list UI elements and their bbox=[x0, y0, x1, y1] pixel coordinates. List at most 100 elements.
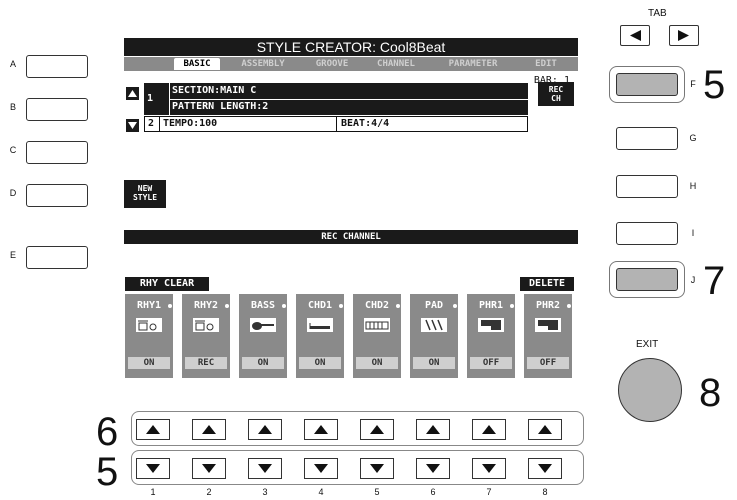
channel-name: BASS bbox=[250, 300, 276, 311]
tab-assembly[interactable]: ASSEMBLY bbox=[228, 58, 298, 70]
triangle-up-icon bbox=[426, 425, 440, 434]
triangle-up-icon bbox=[538, 425, 552, 434]
tab-label: TAB bbox=[648, 8, 667, 19]
button-label-d: D bbox=[9, 188, 17, 198]
triangle-down-icon bbox=[482, 464, 496, 473]
new-style-button[interactable]: NEW STYLE bbox=[124, 180, 166, 208]
button-number-3: 3 bbox=[262, 487, 268, 497]
tab-parameter[interactable]: PARAMETER bbox=[433, 58, 513, 70]
exit-button[interactable] bbox=[618, 358, 682, 422]
channel-panel-rhy2[interactable]: RHY2 REC bbox=[182, 294, 230, 378]
tab-groove[interactable]: GROOVE bbox=[306, 58, 358, 70]
down-button-7[interactable] bbox=[472, 458, 506, 479]
button-d[interactable] bbox=[26, 184, 88, 207]
button-label-f: F bbox=[690, 79, 696, 89]
up-button-2[interactable] bbox=[192, 419, 226, 440]
channel-name: CHD2 bbox=[364, 300, 390, 311]
up-button-5[interactable] bbox=[360, 419, 394, 440]
triangle-left-icon bbox=[630, 30, 641, 41]
strings-icon bbox=[421, 318, 447, 332]
down-button-1[interactable] bbox=[136, 458, 170, 479]
channel-dot bbox=[567, 304, 571, 308]
tab-channel[interactable]: CHANNEL bbox=[364, 58, 428, 70]
tab-edit[interactable]: EDIT bbox=[524, 58, 568, 70]
rhy-clear-button[interactable]: RHY CLEAR bbox=[125, 277, 209, 291]
tab-right-button[interactable] bbox=[669, 25, 699, 46]
section-value[interactable]: SECTION:MAIN C bbox=[172, 84, 256, 98]
down-button-8[interactable] bbox=[528, 458, 562, 479]
row-2-divider-2 bbox=[336, 116, 337, 132]
tempo-value[interactable]: TEMPO:100 bbox=[163, 117, 217, 131]
down-button-3[interactable] bbox=[248, 458, 282, 479]
channel-panel-chd1[interactable]: CHD1 ON bbox=[296, 294, 344, 378]
triangle-down-icon bbox=[370, 464, 384, 473]
button-e[interactable] bbox=[26, 246, 88, 269]
button-label-a: A bbox=[9, 59, 16, 69]
tab-bar: BASIC ASSEMBLY GROOVE CHANNEL PARAMETER … bbox=[124, 57, 578, 71]
triangle-down-icon bbox=[146, 464, 160, 473]
button-h[interactable] bbox=[616, 175, 678, 198]
guitar-icon bbox=[307, 318, 333, 332]
channel-state: ON bbox=[413, 357, 455, 369]
button-a[interactable] bbox=[26, 55, 88, 78]
callout-8-exit: 8 bbox=[699, 371, 722, 415]
new-style-line-1: NEW bbox=[137, 184, 153, 193]
triangle-up-icon bbox=[146, 425, 160, 434]
channel-panel-pad[interactable]: PAD ON bbox=[410, 294, 458, 378]
channel-state: REC bbox=[185, 357, 227, 369]
up-button-8[interactable] bbox=[528, 419, 562, 440]
pattern-length-value[interactable]: PATTERN LENGTH:2 bbox=[172, 100, 268, 114]
channel-panel-phr2[interactable]: PHR2 OFF bbox=[524, 294, 572, 378]
channel-state: ON bbox=[128, 357, 170, 369]
up-button-3[interactable] bbox=[248, 419, 282, 440]
up-button-7[interactable] bbox=[472, 419, 506, 440]
channel-panel-bass[interactable]: BASS ON bbox=[239, 294, 287, 378]
button-i[interactable] bbox=[616, 222, 678, 245]
channel-panel-phr1[interactable]: PHR1 OFF bbox=[467, 294, 515, 378]
channel-name: RHY1 bbox=[136, 300, 162, 311]
channel-name: PHR2 bbox=[535, 300, 561, 311]
callout-5-lower-row: 5 bbox=[96, 450, 119, 494]
channel-dot bbox=[453, 304, 457, 308]
up-button-4[interactable] bbox=[304, 419, 338, 440]
channel-panel-rhy1[interactable]: RHY1 ON bbox=[125, 294, 173, 378]
channel-name: PAD bbox=[424, 300, 444, 311]
button-number-6: 6 bbox=[430, 487, 436, 497]
drum-kit-icon bbox=[193, 318, 219, 332]
tab-left-button[interactable] bbox=[620, 25, 650, 46]
rec-ch-line-2: CH bbox=[551, 94, 561, 103]
up-button-6[interactable] bbox=[416, 419, 450, 440]
button-f[interactable] bbox=[609, 66, 685, 103]
button-label-c: C bbox=[9, 145, 17, 155]
channel-state: ON bbox=[299, 357, 341, 369]
down-button-5[interactable] bbox=[360, 458, 394, 479]
tab-basic[interactable]: BASIC bbox=[174, 58, 220, 70]
up-button-1[interactable] bbox=[136, 419, 170, 440]
channel-state: ON bbox=[242, 357, 284, 369]
button-label-g: G bbox=[689, 133, 697, 143]
down-button-4[interactable] bbox=[304, 458, 338, 479]
button-c[interactable] bbox=[26, 141, 88, 164]
button-g[interactable] bbox=[616, 127, 678, 150]
button-label-i: I bbox=[691, 228, 695, 238]
channel-state: OFF bbox=[470, 357, 512, 369]
rec-ch-line-1: REC bbox=[548, 85, 564, 94]
scroll-up-icon[interactable] bbox=[126, 87, 139, 100]
bass-guitar-icon bbox=[250, 318, 276, 332]
callout-7-j: 7 bbox=[703, 259, 726, 303]
button-b[interactable] bbox=[26, 98, 88, 121]
button-j[interactable] bbox=[609, 261, 685, 298]
button-number-5: 5 bbox=[374, 487, 380, 497]
beat-value[interactable]: BEAT:4/4 bbox=[341, 117, 389, 131]
channel-dot bbox=[396, 304, 400, 308]
button-label-e: E bbox=[9, 250, 16, 260]
triangle-down-icon bbox=[314, 464, 328, 473]
row-2-number: 2 bbox=[148, 118, 155, 129]
down-button-6[interactable] bbox=[416, 458, 450, 479]
channel-name: RHY2 bbox=[193, 300, 219, 311]
scroll-down-icon[interactable] bbox=[126, 119, 139, 132]
down-button-2[interactable] bbox=[192, 458, 226, 479]
channel-panel-chd2[interactable]: CHD2 ON bbox=[353, 294, 401, 378]
delete-button[interactable]: DELETE bbox=[520, 277, 574, 291]
rec-ch-button[interactable]: REC CH bbox=[538, 82, 574, 106]
